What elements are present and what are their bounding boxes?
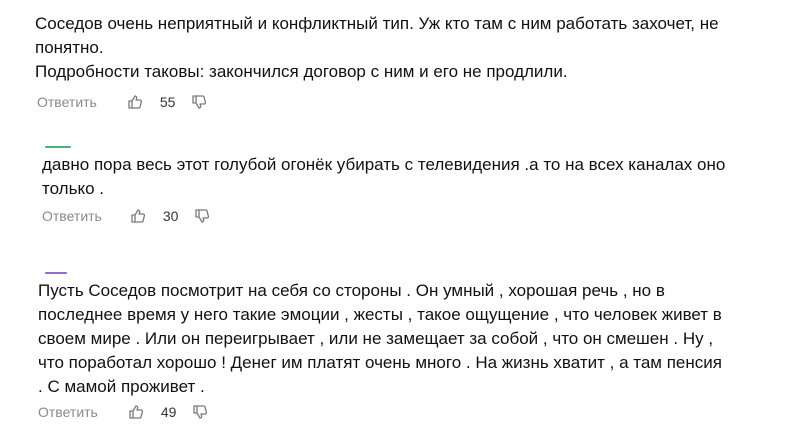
thumbs-down-icon — [192, 95, 207, 109]
comment-text: Соседов очень неприятный и конфликтный т… — [35, 14, 719, 81]
comment-text: давно пора весь этот голубой огонёк убир… — [42, 155, 726, 198]
thumbs-up-icon — [131, 209, 145, 223]
comment-3: Пусть Соседов посмотрит на себя со сторо… — [38, 279, 783, 399]
comment-text: Пусть Соседов посмотрит на себя со сторо… — [38, 281, 722, 396]
like-button[interactable] — [127, 94, 143, 110]
avatar — [45, 272, 67, 274]
like-button[interactable] — [128, 404, 144, 420]
reply-button[interactable]: Ответить — [38, 404, 98, 420]
comment-3-actions: Ответить 49 — [38, 404, 208, 420]
like-button[interactable] — [130, 208, 146, 224]
like-count: 30 — [162, 208, 179, 224]
reply-button[interactable]: Ответить — [37, 94, 97, 110]
thumbs-down-icon — [193, 405, 208, 419]
thumbs-up-icon — [129, 405, 143, 419]
comment-1-actions: Ответить 55 — [37, 94, 207, 110]
like-count: 49 — [160, 404, 177, 420]
comment-2-actions: Ответить 30 — [42, 208, 210, 224]
thumbs-down-icon — [195, 209, 210, 223]
avatar — [45, 146, 71, 148]
like-count: 55 — [159, 94, 176, 110]
comment-1: Соседов очень неприятный и конфликтный т… — [35, 12, 775, 84]
dislike-button[interactable] — [192, 404, 208, 420]
reply-button[interactable]: Ответить — [42, 208, 102, 224]
dislike-button[interactable] — [194, 208, 210, 224]
thumbs-up-icon — [128, 95, 142, 109]
dislike-button[interactable] — [191, 94, 207, 110]
comment-2: давно пора весь этот голубой огонёк убир… — [42, 153, 782, 201]
